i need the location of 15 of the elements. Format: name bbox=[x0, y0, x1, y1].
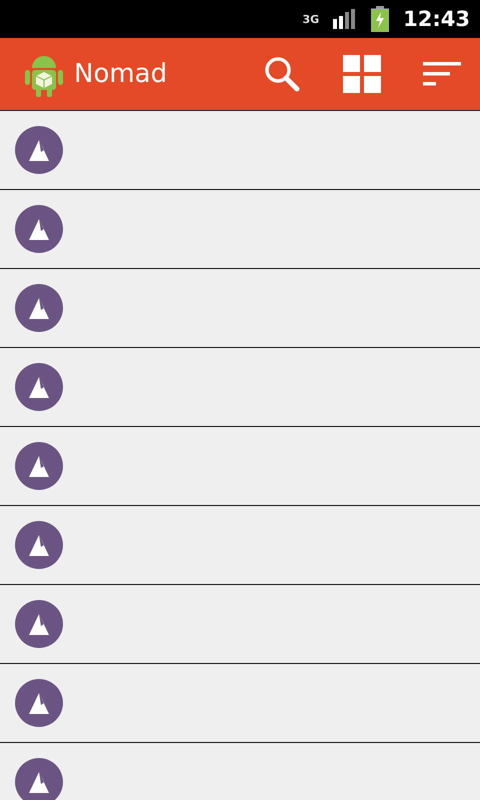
mountain-icon bbox=[15, 126, 63, 174]
grid-icon bbox=[342, 54, 382, 94]
mountain-icon bbox=[15, 205, 63, 253]
app-title: Nomad bbox=[74, 59, 168, 89]
network-type: 3G bbox=[302, 12, 320, 26]
signal-icon bbox=[333, 9, 358, 29]
battery-icon bbox=[371, 6, 390, 32]
mountain-icon bbox=[15, 363, 63, 411]
mountain-icon bbox=[15, 442, 63, 490]
mountain-icon bbox=[15, 679, 63, 727]
mountain-icon bbox=[15, 600, 63, 648]
clock: 12:43 bbox=[403, 7, 470, 31]
mountain-icon bbox=[15, 758, 63, 800]
mountain-icon bbox=[15, 521, 63, 569]
mountain-icon bbox=[15, 284, 63, 332]
